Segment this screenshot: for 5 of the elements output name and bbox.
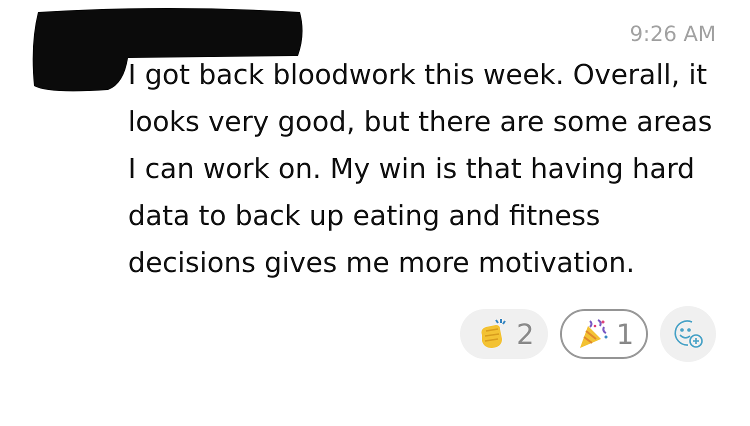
- add-emoji-icon: [672, 318, 704, 350]
- reaction-button[interactable]: 1: [560, 309, 648, 359]
- message-time: 9:26 AM: [630, 22, 716, 48]
- reaction-button[interactable]: 2: [460, 309, 548, 359]
- message-text: I got back bloodwork this week. Overall, it looks very good, but there are some areas I can work on. My win is that having hard data to back up eating and fitness decisions gives me more motivation.: [128, 58, 714, 281]
